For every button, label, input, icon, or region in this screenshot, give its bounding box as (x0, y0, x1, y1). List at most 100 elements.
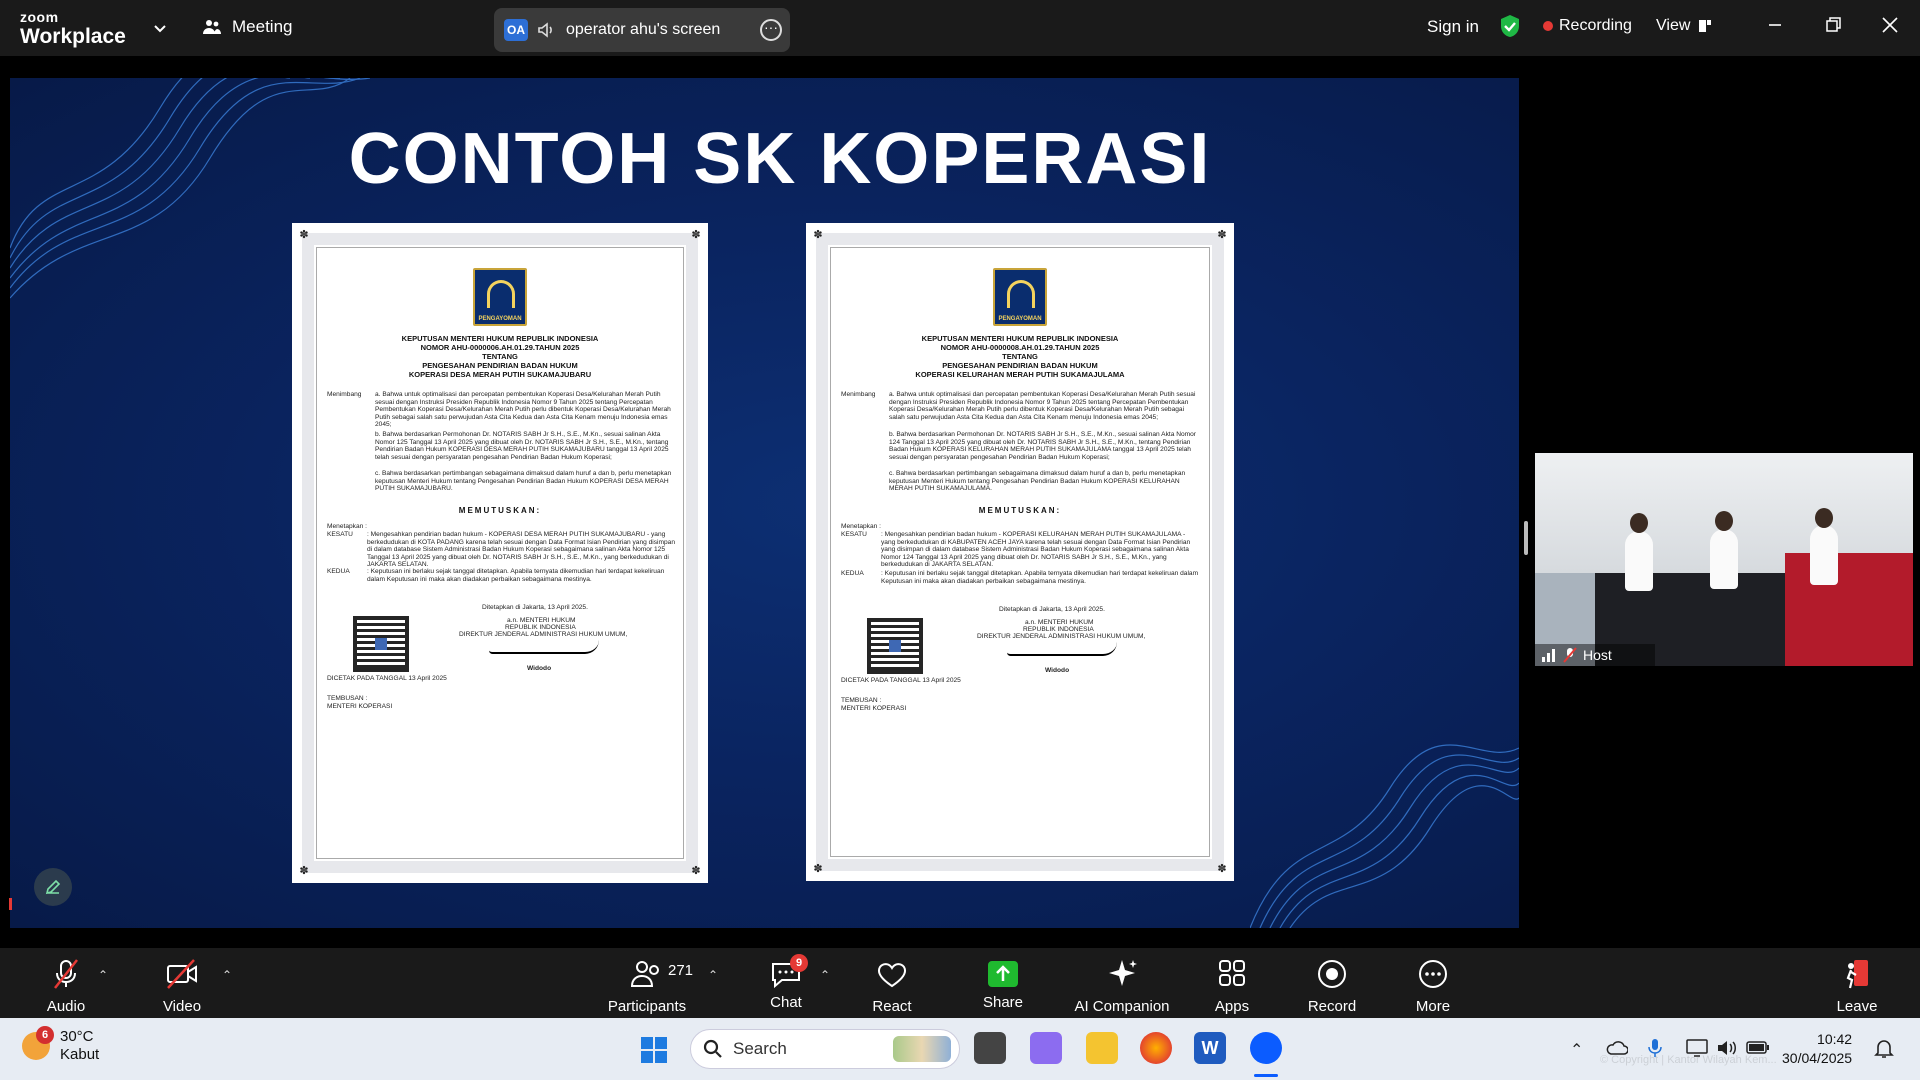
share-label: Share (982, 994, 1024, 1011)
sign-in-button[interactable]: Sign in (1427, 17, 1479, 37)
leave-label: Leave (1836, 998, 1878, 1015)
video-person (1625, 531, 1653, 591)
view-menu[interactable]: View (1656, 17, 1712, 35)
weather-sun-icon: 6 (22, 1026, 54, 1060)
restore-icon[interactable] (1822, 14, 1844, 36)
document-page: PENGAYOMAN KEPUTUSAN MENTERI HUKUM REPUB… (830, 247, 1210, 857)
video-caret-icon[interactable]: ⌃ (222, 968, 232, 982)
decree-heading: KEPUTUSAN MENTERI HUKUM REPUBLIK INDONES… (921, 334, 1119, 343)
word-icon[interactable]: W (1194, 1032, 1226, 1064)
video-label: Video (162, 998, 202, 1015)
screen-share-indicator[interactable]: OA operator ahu's screen ··· (494, 8, 790, 52)
video-button[interactable]: Video (158, 958, 206, 1015)
menimbang-c: c. Bahwa berdasarkan pertimbangan sebaga… (375, 470, 672, 493)
sign-line-1: a.n. MENTERI HUKUM (1025, 619, 1094, 626)
sign-line-2: REPUBLIK INDONESIA (505, 624, 576, 631)
game-controller-icon[interactable] (1030, 1032, 1062, 1064)
chevron-down-icon[interactable] (152, 20, 168, 36)
view-layout-icon (1699, 20, 1712, 32)
zoom-app-icon[interactable] (1250, 1032, 1282, 1064)
meeting-menu[interactable]: Meeting (202, 17, 292, 37)
menetapkan-label: Menetapkan : (841, 523, 881, 530)
participants-label: Participants (607, 998, 687, 1015)
menimbang-a: a. Bahwa untuk optimalisasi dan percepat… (889, 391, 1196, 421)
clock-time: 10:42 (1817, 1031, 1853, 1047)
minimize-icon[interactable] (1764, 14, 1786, 36)
corner-ornament-icon: ✽ (813, 863, 823, 875)
pengayoman-logo: PENGAYOMAN (473, 268, 527, 326)
menimbang-b: b. Bahwa berdasarkan Permohonan Dr. NOTA… (375, 431, 669, 461)
taskbar-search[interactable]: Search (690, 1029, 960, 1069)
heart-icon (877, 963, 907, 988)
share-screen-icon (988, 961, 1018, 987)
kesatu-label: KESATU (841, 531, 867, 538)
speaker-icon[interactable] (536, 20, 556, 40)
task-view-icon[interactable] (974, 1032, 1006, 1064)
windows-start-icon[interactable] (640, 1036, 668, 1064)
signature (1007, 642, 1117, 656)
qr-code (867, 618, 923, 674)
leave-button[interactable]: Leave (1836, 958, 1878, 1015)
video-person-head (1815, 508, 1833, 528)
react-button[interactable]: React (872, 958, 912, 1015)
close-icon[interactable] (1879, 14, 1901, 36)
notification-bell-icon[interactable] (1874, 1038, 1894, 1060)
brand-top: zoom (20, 9, 59, 25)
slide-title: CONTOH SK KOPERASI (348, 119, 1212, 199)
participant-name-label: Host (1535, 644, 1655, 666)
chat-caret-icon[interactable]: ⌃ (820, 968, 830, 982)
annotate-pencil-button[interactable] (34, 868, 72, 906)
sparkle-icon (1109, 960, 1137, 986)
apps-label: Apps (1214, 998, 1250, 1015)
clock-date: 30/04/2025 (1782, 1050, 1853, 1066)
leave-door-icon (1846, 960, 1868, 989)
kedua-text: : Keputusan ini berlaku sejak tanggal di… (367, 568, 665, 583)
encryption-shield-icon[interactable] (1499, 14, 1521, 38)
video-off-icon (167, 959, 197, 989)
weather-widget[interactable]: 6 30°C Kabut (22, 1026, 99, 1064)
panel-resize-handle[interactable] (1524, 521, 1528, 555)
zoom-workplace-logo[interactable]: zoom Workplace (20, 10, 126, 47)
corner-ornament-icon: ✽ (1217, 229, 1227, 241)
participants-caret-icon[interactable]: ⌃ (708, 968, 718, 982)
more-icon (1419, 960, 1447, 988)
more-button[interactable]: More (1410, 958, 1456, 1015)
meeting-label: Meeting (232, 17, 293, 36)
audio-button[interactable]: Audio (44, 958, 88, 1015)
ai-companion-button[interactable]: AI Companion (1074, 958, 1170, 1015)
ditetapkan: Ditetapkan di Jakarta, 13 April 2025. (999, 606, 1105, 613)
corner-ornament-icon: ✽ (691, 865, 701, 877)
share-button[interactable]: Share (982, 958, 1024, 1011)
decree-number: NOMOR AHU-0000006.AH.01.29.TAHUN 2025 (420, 343, 580, 352)
active-app-indicator (1254, 1074, 1278, 1077)
video-tablecloth (1785, 553, 1913, 666)
participant-video-tile[interactable] (1535, 453, 1913, 666)
signal-bars-icon (1542, 649, 1555, 662)
chat-button[interactable]: 9 Chat (766, 954, 808, 1011)
recording-indicator[interactable]: Recording (1543, 17, 1632, 35)
red-cursor-marker (9, 898, 12, 910)
react-label: React (872, 998, 912, 1015)
show-hidden-icons-icon[interactable]: ⌃ (1570, 1040, 1583, 1060)
meeting-people-icon (203, 20, 221, 34)
signer-name: Widodo (1045, 667, 1070, 674)
more-options-icon[interactable]: ··· (760, 19, 782, 41)
decree-cooperative: KOPERASI KELURAHAN MERAH PUTIH SUKAMAJUL… (915, 370, 1125, 379)
weather-badge: 6 (36, 1026, 54, 1044)
firefox-icon[interactable] (1140, 1032, 1172, 1064)
taskbar-clock[interactable]: 10:42 30/04/2025 (1782, 1030, 1852, 1068)
recording-dot-icon (1543, 21, 1553, 31)
chat-unread-badge: 9 (790, 954, 808, 972)
apps-button[interactable]: Apps (1212, 958, 1252, 1015)
menetapkan-label: Menetapkan : (327, 523, 367, 530)
file-explorer-icon[interactable] (1086, 1032, 1118, 1064)
brand-bottom: Workplace (20, 25, 126, 48)
sign-line-3: DIREKTUR JENDERAL ADMINISTRASI HUKUM UMU… (977, 633, 1146, 640)
audio-caret-icon[interactable]: ⌃ (98, 968, 108, 982)
record-button[interactable]: Record (1306, 958, 1358, 1015)
video-person (1810, 525, 1838, 585)
kesatu-label: KESATU (327, 531, 353, 538)
sign-line-2: REPUBLIK INDONESIA (1023, 626, 1094, 633)
battery-icon[interactable] (1746, 1039, 1770, 1055)
kedua-label: KEDUA (841, 570, 864, 577)
